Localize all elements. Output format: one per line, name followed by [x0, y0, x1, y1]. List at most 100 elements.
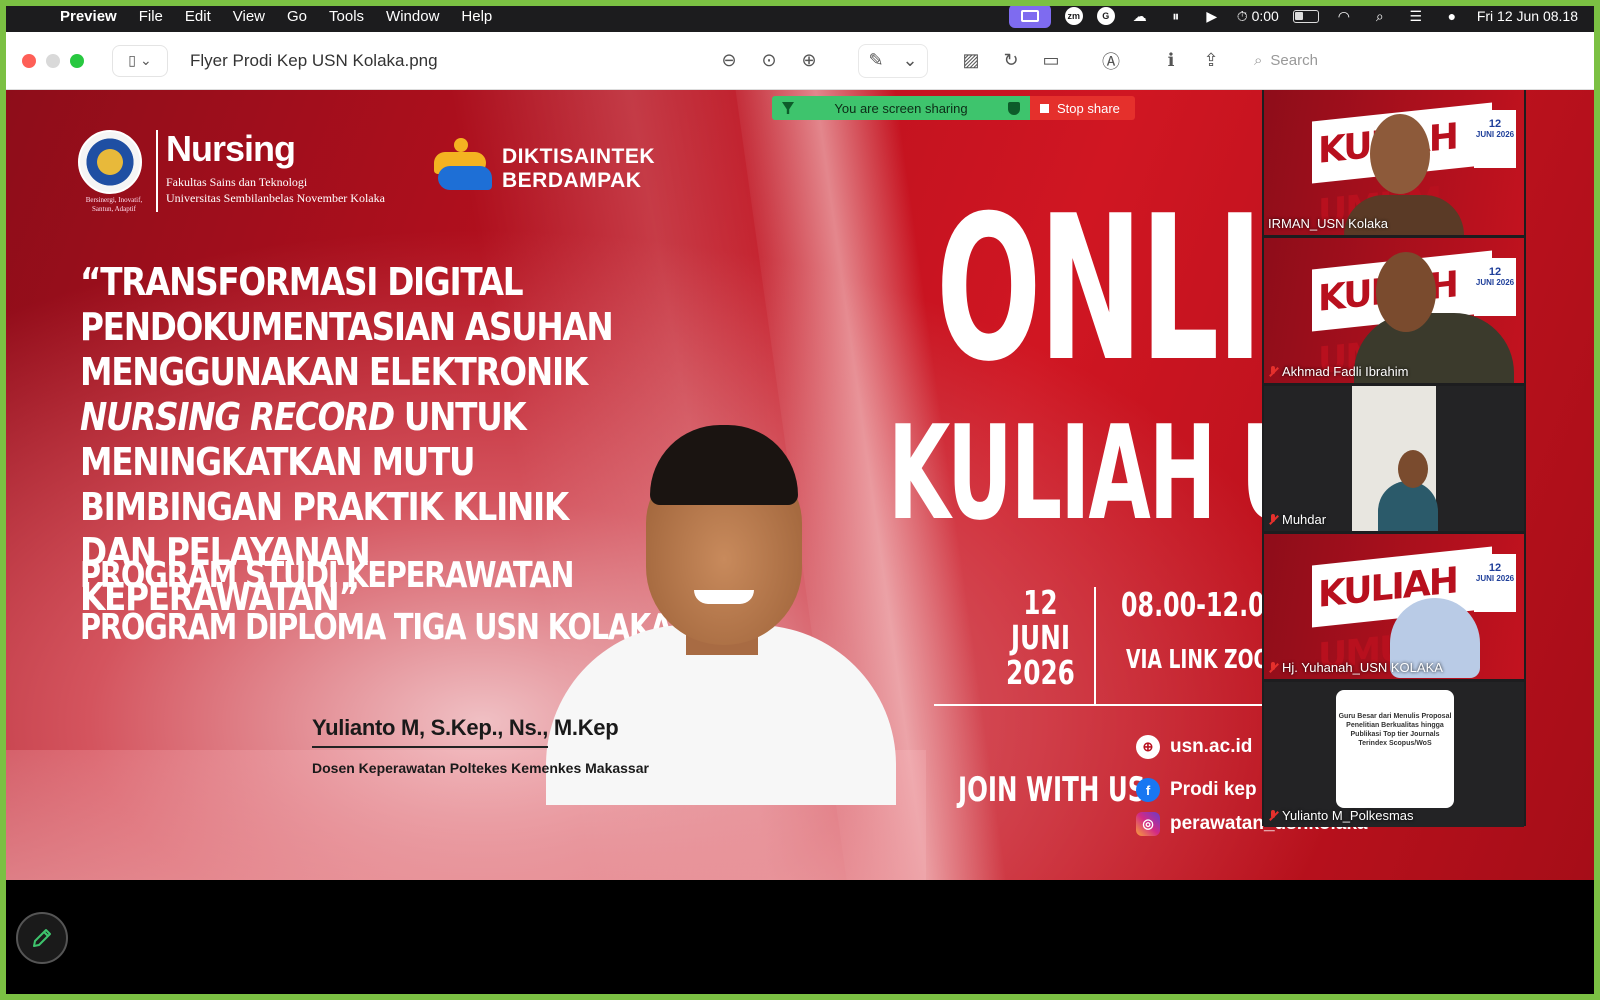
minimize-window-button[interactable] [46, 53, 60, 68]
zoom-actual-icon[interactable]: ⊙ [752, 45, 786, 77]
participant-tile[interactable]: Muhdar [1264, 386, 1524, 531]
participant-tile[interactable]: KULIAH UMUM 12JUNI 2026 IRMAN_USN Kolaka [1264, 90, 1524, 235]
nursing-title: Nursing [166, 128, 296, 169]
participant-tile[interactable]: KULIAH UMUM 12JUNI 2026 Akhmad Fadli Ibr… [1264, 238, 1524, 383]
share-icon[interactable]: ⇪ [1194, 45, 1228, 77]
event-time: 08.00-12.00 [1121, 585, 1282, 624]
window-controls [22, 53, 84, 68]
highlight-pen-icon[interactable]: ✎ [859, 45, 893, 77]
participant-name: Muhdar [1268, 512, 1326, 527]
control-center-icon[interactable]: ☰ [1405, 6, 1427, 26]
participant-shared-image: Guru Besar dari Menulis Proposal Penelit… [1336, 690, 1454, 808]
spotlight-search-icon[interactable]: ⌕ [1369, 6, 1391, 26]
pause-icon[interactable]: ⏸ [1165, 6, 1187, 26]
battery-icon[interactable] [1292, 9, 1319, 23]
zoom-icon[interactable]: zm [1064, 7, 1083, 25]
search-placeholder: Search [1270, 52, 1318, 69]
sharing-status[interactable]: You are screen sharing [772, 96, 1030, 120]
globe-icon: ⊕ [1136, 735, 1160, 759]
website-text: usn.ac.id [1170, 736, 1253, 757]
sidebar-toggle-button[interactable]: ▯ ⌄ [112, 44, 168, 77]
participant-name: IRMAN_USN Kolaka [1268, 216, 1388, 231]
participant-name: Hj. Yuhanah_USN KOLAKA [1268, 660, 1443, 675]
seal-caption: Bersinergi, Inovatif, Santun, Adaptif [85, 196, 143, 213]
annotate-button[interactable] [16, 912, 68, 964]
stop-share-button[interactable]: Stop share [1030, 96, 1135, 120]
menu-bar: Preview File Edit View Go Tools Window H… [0, 0, 1600, 32]
grammarly-icon[interactable]: G [1096, 7, 1115, 25]
sharing-status-label: You are screen sharing [834, 100, 968, 116]
participant-tile[interactable]: Guru Besar dari Menulis Proposal Penelit… [1264, 682, 1524, 827]
contact-website: ⊕ usn.ac.id [1136, 735, 1252, 759]
menubar-clock[interactable]: Fri 12 Jun 08.18 [1477, 8, 1578, 24]
recording-timer[interactable]: ⏱ 0:00 [1237, 8, 1279, 25]
menu-edit[interactable]: Edit [185, 8, 211, 25]
kuliah-umum-title: KULIAH U [888, 397, 1306, 549]
stop-icon [1040, 103, 1049, 113]
timer-value: 0:00 [1251, 7, 1279, 24]
app-menu[interactable]: Preview [60, 8, 117, 25]
chevron-down-icon: ⌄ [139, 52, 152, 68]
participant-gallery: KULIAH UMUM 12JUNI 2026 IRMAN_USN Kolaka… [1262, 90, 1526, 827]
search-icon: ⌕ [1254, 52, 1263, 69]
dikti-line1: DIKTISAINTEK [502, 145, 655, 168]
event-day: 12 [1023, 583, 1058, 622]
crop-icon[interactable]: ▭ [1034, 45, 1068, 77]
mic-muted-icon [1268, 661, 1278, 674]
pin-icon[interactable] [782, 102, 794, 114]
mic-muted-icon [1268, 365, 1278, 378]
menu-extras: zm G ☁ ⏸ ▶ ⏱ 0:00 ◠ ⌕ ☰ ● Fri 12 Jun 08.… [1008, 4, 1578, 28]
zoom-out-icon[interactable]: ⊖ [712, 45, 746, 77]
diktisaintek-logo: DIKTISAINTEK BERDAMPAK [432, 138, 655, 200]
wifi-icon[interactable]: ◠ [1333, 6, 1355, 26]
speaker-name: Yulianto M, S.Kep., Ns., M.Kep [312, 715, 619, 740]
facebook-icon: f [1136, 778, 1160, 802]
participant-name: Yulianto M_Polkesmas [1268, 808, 1414, 823]
image-adjust-icon[interactable]: ▨ [954, 45, 988, 77]
creative-cloud-icon[interactable]: ☁ [1129, 6, 1151, 26]
dikti-line2: BERDAMPAK [502, 169, 642, 192]
screen-share-status-icon[interactable] [1008, 4, 1051, 28]
online-title: ONLI [936, 173, 1263, 406]
menu-view[interactable]: View [233, 8, 265, 25]
menu-help[interactable]: Help [461, 8, 492, 25]
diktisaintek-mark-icon [432, 138, 492, 200]
university-name: Universitas Sembilanbelas November Kolak… [166, 191, 385, 205]
menu-file[interactable]: File [139, 8, 163, 25]
speaker-role: Dosen Keperawatan Poltekes Kemenkes Maka… [312, 760, 649, 776]
participant-tile[interactable]: KULIAH UMUM 12 JUNI 2026 Hj. Yuhanah_USN … [1264, 534, 1524, 679]
shield-icon [1008, 101, 1020, 115]
event-via: VIA LINK ZOO [1126, 645, 1270, 675]
sidebar-icon: ▯ [128, 52, 136, 68]
pencil-icon [33, 929, 51, 947]
close-window-button[interactable] [22, 53, 36, 68]
play-icon[interactable]: ▶ [1201, 6, 1223, 26]
thumb-calendar: 12 JUNI 2026 [1474, 110, 1516, 168]
menu-go[interactable]: Go [287, 8, 307, 25]
highlight-chevron-icon[interactable]: ⌄ [893, 45, 927, 77]
join-with-us: JOIN WITH US [958, 770, 1146, 810]
menu-window[interactable]: Window [386, 8, 439, 25]
document-title[interactable]: Flyer Prodi Kep USN Kolaka.png [190, 51, 438, 71]
event-date: 12 JUNI 2026 [1006, 585, 1075, 690]
event-year: 2026 [1006, 653, 1075, 692]
info-icon[interactable]: ℹ [1154, 45, 1188, 77]
zoom-in-icon[interactable]: ⊕ [792, 45, 826, 77]
siri-icon[interactable]: ● [1441, 6, 1463, 26]
contact-facebook: f Prodi kep [1136, 778, 1257, 802]
preview-toolbar: ▯ ⌄ Flyer Prodi Kep USN Kolaka.png ⊖ ⊙ ⊕… [6, 32, 1594, 90]
zoom-window-button[interactable] [70, 53, 84, 68]
rotate-icon[interactable]: ↻ [994, 45, 1028, 77]
headline-italic: NURSING RECORD [80, 395, 395, 439]
stop-share-label: Stop share [1057, 100, 1120, 116]
screen-sharing-banner: You are screen sharing Stop share [772, 96, 1135, 120]
menu-tools[interactable]: Tools [329, 8, 364, 25]
search-field[interactable]: ⌕ Search [1244, 44, 1584, 78]
markup-icon[interactable]: Ⓐ [1094, 45, 1128, 77]
speaker-photo [546, 425, 896, 805]
headline-part1: “TRANSFORMASI DIGITAL PENDOKUMENTASIAN A… [80, 260, 614, 394]
faculty-name: Fakultas Sains dan Teknologi [166, 175, 308, 189]
university-seal-icon [78, 130, 142, 194]
instagram-icon: ◎ [1136, 812, 1160, 836]
mic-muted-icon [1268, 513, 1278, 526]
